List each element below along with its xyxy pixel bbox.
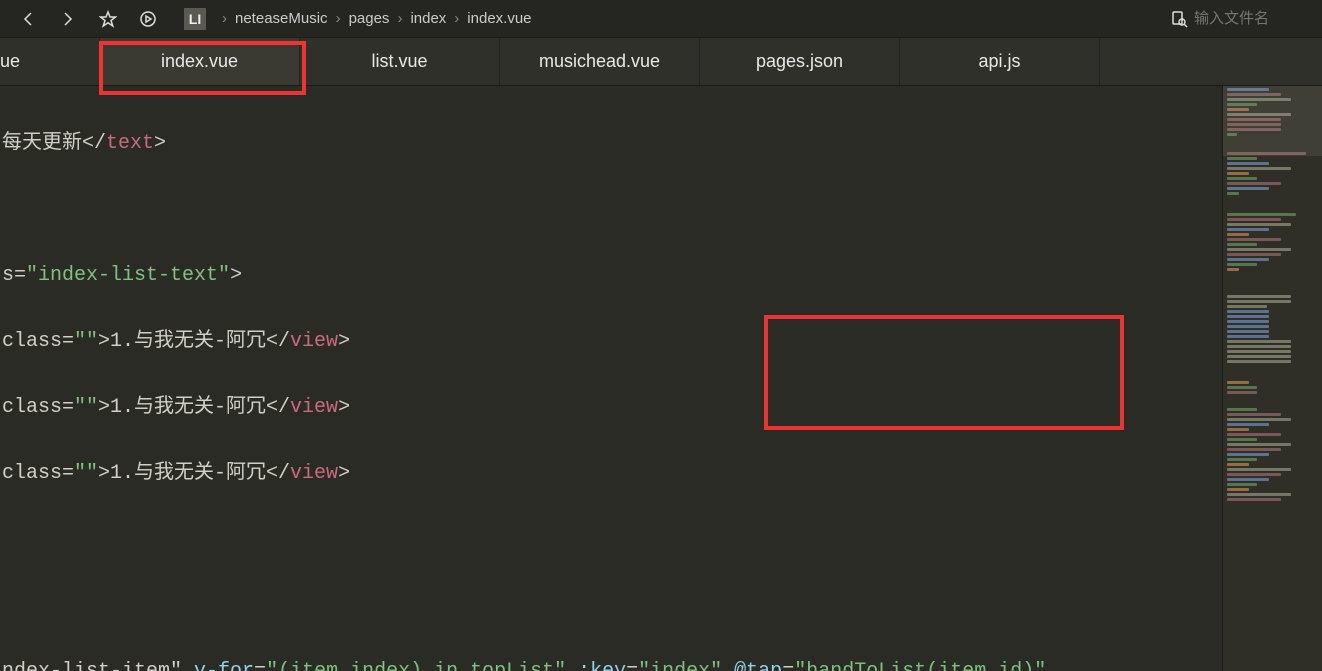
t: class=: [2, 462, 74, 485]
editor: 每天更新</text> s="index-list-text"> class="…: [0, 86, 1322, 671]
t: class=: [2, 396, 74, 419]
tab-pages-json[interactable]: pages.json: [700, 38, 900, 85]
t: view: [290, 330, 338, 353]
t: "index-list-text": [26, 264, 230, 287]
crumb-3[interactable]: index.vue: [467, 10, 531, 27]
t: class=: [2, 330, 74, 353]
t: >: [230, 264, 242, 287]
tab-list-vue[interactable]: list.vue: [300, 38, 500, 85]
tab-cut[interactable]: ue: [0, 38, 100, 85]
code-area[interactable]: 每天更新</text> s="index-list-text"> class="…: [0, 86, 1222, 671]
app-badge-icon: LI: [184, 8, 206, 30]
crumb-1[interactable]: pages: [349, 10, 390, 27]
chevron-right-icon: ›: [336, 10, 341, 27]
breadcrumb: › neteaseMusic › pages › index › index.v…: [214, 10, 532, 27]
crumb-2[interactable]: index: [410, 10, 446, 27]
blank-line: [0, 193, 1222, 226]
t: >: [338, 396, 350, 419]
t: =: [254, 660, 266, 671]
blank-line: [0, 589, 1222, 622]
tab-label: list.vue: [371, 51, 427, 72]
chevron-right-icon: ›: [222, 10, 227, 27]
t: text: [106, 132, 154, 155]
tab-bar: ue index.vue list.vue musichead.vue page…: [0, 38, 1322, 86]
chevron-right-icon: ›: [454, 10, 459, 27]
t: >1.与我无关-阿冗</: [98, 396, 290, 419]
t: :key: [566, 660, 626, 671]
star-icon[interactable]: [96, 7, 120, 31]
tab-label: musichead.vue: [539, 51, 660, 72]
t: >: [154, 132, 166, 155]
tab-api-js[interactable]: api.js: [900, 38, 1100, 85]
t: @tap: [722, 660, 782, 671]
t: =: [782, 660, 794, 671]
search-file-icon: [1170, 10, 1188, 28]
chevron-right-icon: ›: [397, 10, 402, 27]
file-search: [1170, 10, 1314, 28]
tab-musichead-vue[interactable]: musichead.vue: [500, 38, 700, 85]
tab-label: api.js: [978, 51, 1020, 72]
run-icon[interactable]: [136, 7, 160, 31]
t: >: [338, 330, 350, 353]
back-icon[interactable]: [16, 7, 40, 31]
search-input[interactable]: [1194, 10, 1314, 27]
tab-label: pages.json: [756, 51, 843, 72]
t: "index": [638, 660, 722, 671]
t: s=: [2, 264, 26, 287]
forward-icon[interactable]: [56, 7, 80, 31]
crumb-0[interactable]: neteaseMusic: [235, 10, 328, 27]
t: "handToList(item.id)": [794, 660, 1046, 671]
tab-index-vue[interactable]: index.vue: [100, 38, 300, 85]
t: "(item,index) in topList": [266, 660, 566, 671]
t: "": [74, 330, 98, 353]
blank-line: [0, 523, 1222, 556]
minimap[interactable]: [1222, 86, 1322, 671]
t: view: [290, 462, 338, 485]
t: view: [290, 396, 338, 419]
t: "": [74, 462, 98, 485]
minimap-viewport[interactable]: [1223, 86, 1322, 156]
t: >1.与我无关-阿冗</: [98, 330, 290, 353]
tab-label: index.vue: [161, 51, 238, 72]
t: >1.与我无关-阿冗</: [98, 462, 290, 485]
toolbar: LI › neteaseMusic › pages › index › inde…: [0, 0, 1322, 38]
t: 每天更新</: [2, 132, 106, 155]
t: ndex-list-item": [2, 660, 182, 671]
t: v-for: [182, 660, 254, 671]
t: =: [626, 660, 638, 671]
tab-label: ue: [0, 51, 20, 72]
t: "": [74, 396, 98, 419]
t: >: [338, 462, 350, 485]
